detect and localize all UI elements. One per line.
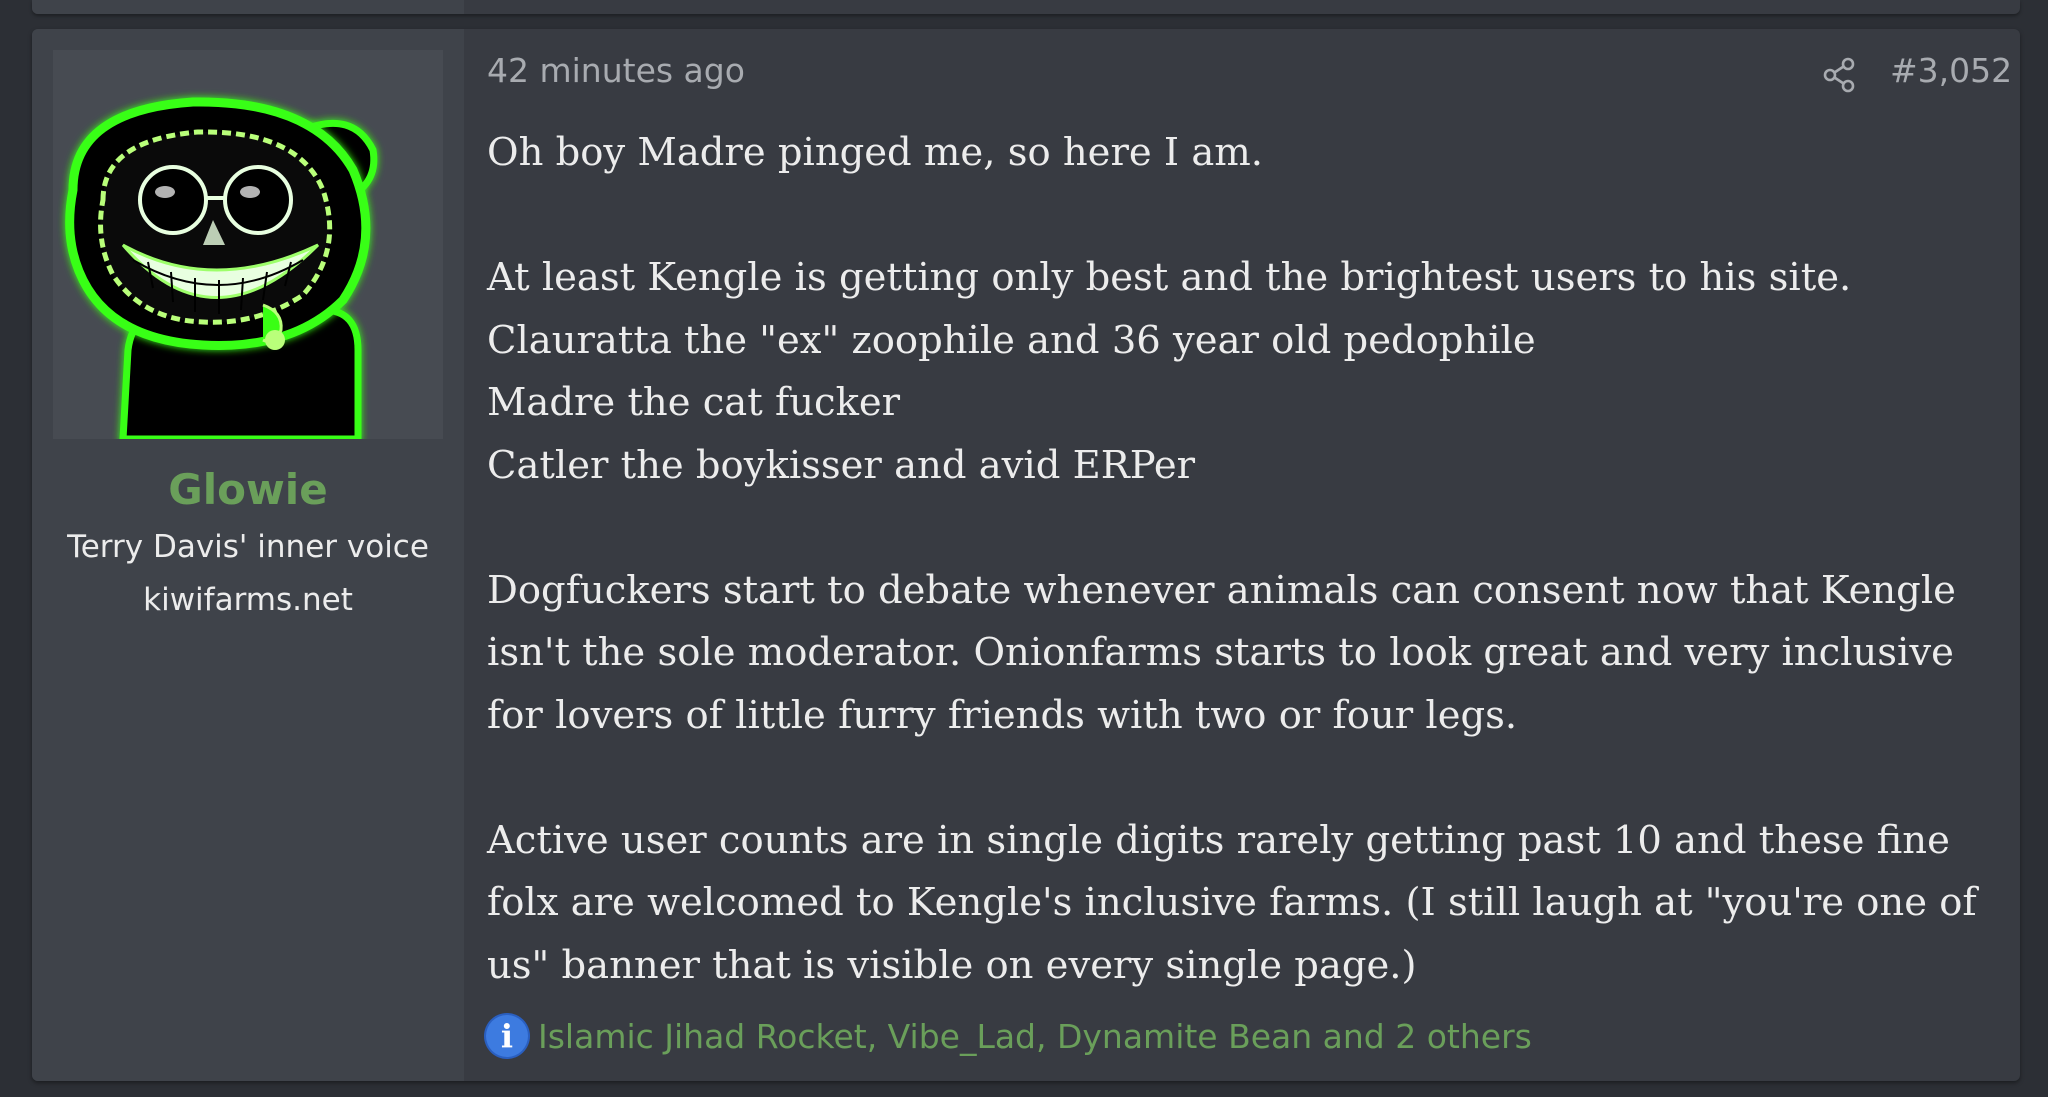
post-paragraph-4: Active user counts are in single digits … <box>487 810 2002 998</box>
user-banner: kiwifarms.net <box>143 582 353 618</box>
avatar[interactable] <box>53 50 443 439</box>
previous-post-user-col <box>32 0 464 14</box>
user-title: Terry Davis' inner voice <box>67 529 429 565</box>
post-timestamp[interactable]: 42 minutes ago <box>487 51 745 90</box>
reactions-list-link[interactable]: Islamic Jihad Rocket, Vibe_Lad, Dynamite… <box>538 1017 1532 1056</box>
post-user-column: Glowie Terry Davis' inner voice kiwifarm… <box>32 29 464 1081</box>
post-body: Oh boy Madre pinged me, so here I am. At… <box>487 122 2002 997</box>
post-line: us" banner that is visible on every sing… <box>487 942 1417 988</box>
info-icon[interactable]: i <box>486 1015 528 1057</box>
post-paragraph-3: Dogfuckers start to debate whenever anim… <box>487 560 2002 748</box>
post-paragraph-2: At least Kengle is getting only best and… <box>487 247 2002 497</box>
post-line: At least Kengle is getting only best and… <box>487 255 1852 300</box>
post-line: Oh boy Madre pinged me, so here I am. <box>487 130 1264 175</box>
post-line: Dogfuckers start to debate whenever anim… <box>487 567 1956 613</box>
post-line: Madre the cat fucker <box>487 380 901 425</box>
reactions-bar[interactable]: i Islamic Jihad Rocket, Vibe_Lad, Dynami… <box>486 1011 1532 1061</box>
post-line: isn't the sole moderator. Onionfarms sta… <box>487 630 1954 675</box>
share-icon[interactable] <box>1820 55 1860 95</box>
post-line: Catler the boykisser and avid ERPer <box>487 442 1196 488</box>
avatar-glowie-icon <box>65 97 378 439</box>
forum-post: Glowie Terry Davis' inner voice kiwifarm… <box>32 29 2020 1081</box>
post-line: Clauratta the "ex" zoophile and 36 year … <box>487 317 1536 363</box>
previous-post-footer <box>32 0 2020 14</box>
post-line: for lovers of little furry friends with … <box>487 692 1518 738</box>
post-line: Active user counts are in single digits … <box>487 817 1950 863</box>
username[interactable]: Glowie <box>32 465 464 514</box>
post-line: folx are welcomed to Kengle's inclusive … <box>487 880 1977 925</box>
post-number-link[interactable]: #3,052 <box>1890 51 2012 90</box>
post-paragraph-1: Oh boy Madre pinged me, so here I am. <box>487 122 2002 185</box>
